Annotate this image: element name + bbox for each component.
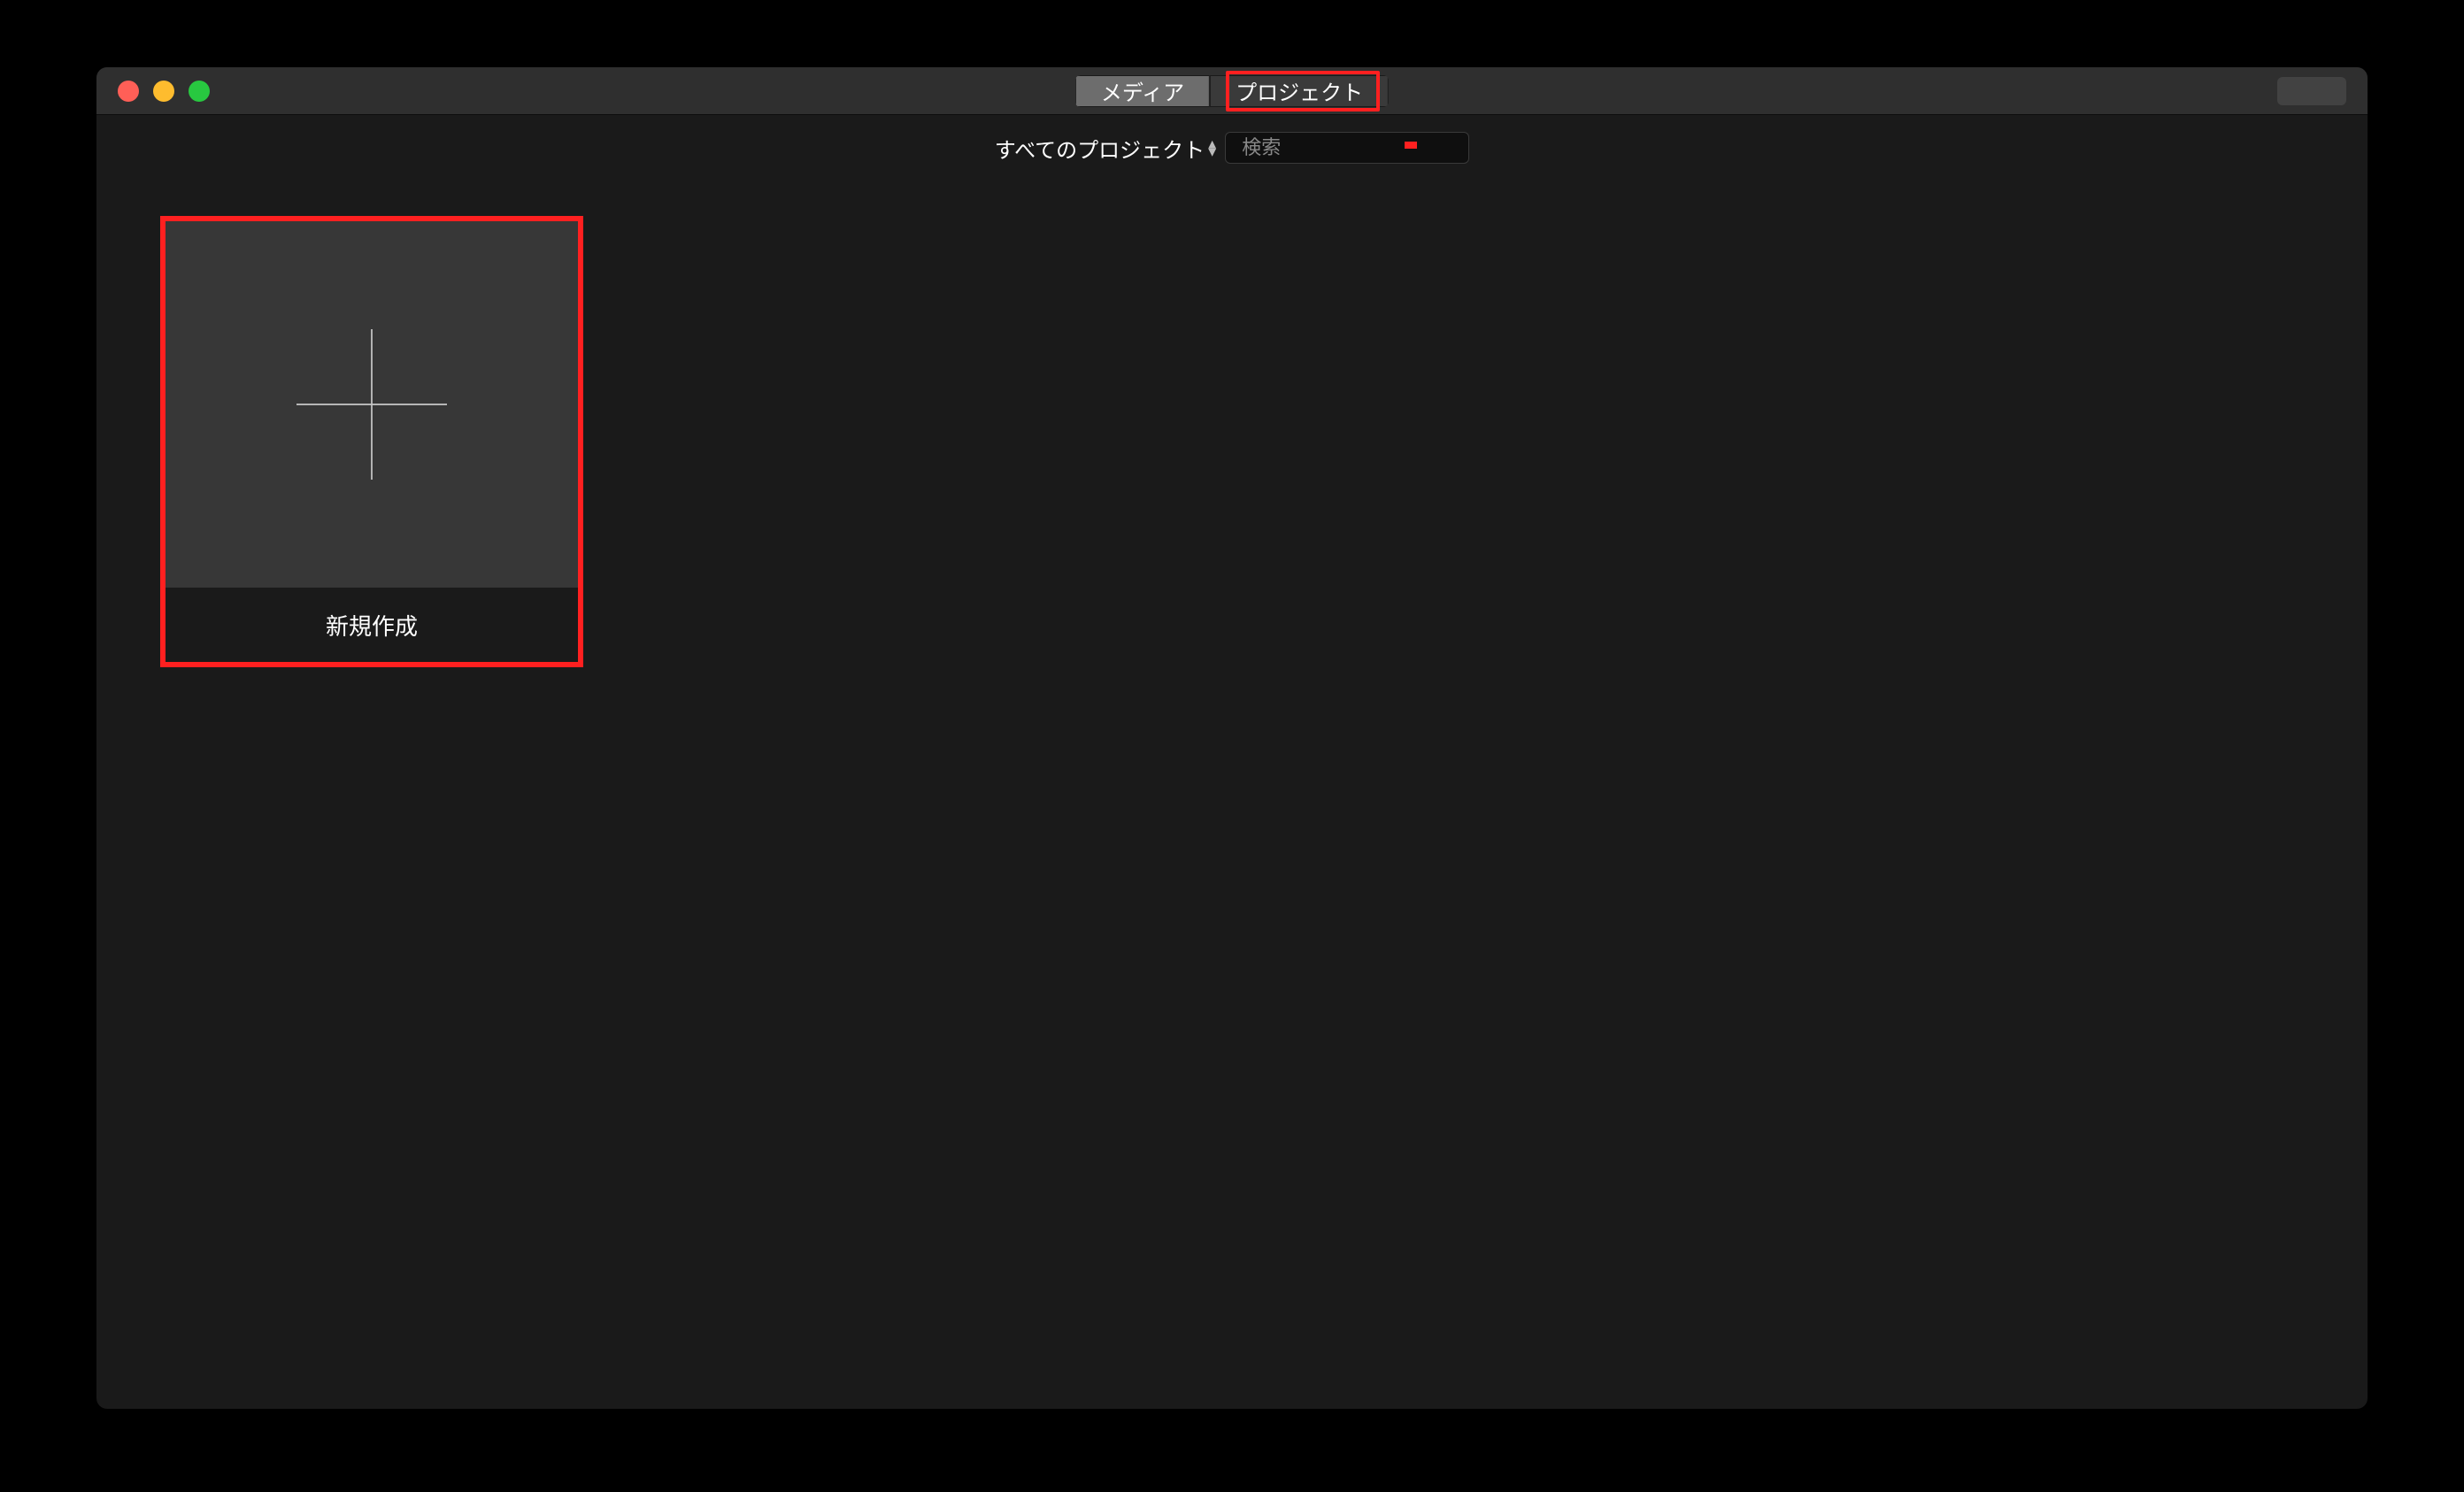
toolbar: すべてのプロジェクト ▴▾ <box>96 115 2368 181</box>
search-input[interactable] <box>1242 136 1497 159</box>
maximize-window-button[interactable] <box>189 81 210 102</box>
search-box[interactable] <box>1225 132 1469 164</box>
new-project-label: 新規作成 <box>166 588 578 662</box>
minimize-window-button[interactable] <box>153 81 174 102</box>
annotation-tab-highlight <box>1226 71 1380 112</box>
tab-media[interactable]: メディア <box>1075 75 1210 107</box>
traffic-lights <box>96 81 210 102</box>
annotation-red-indicator <box>1405 142 1417 149</box>
new-project-card[interactable]: 新規作成 <box>166 221 578 662</box>
app-window: メディア プロジェクト すべてのプロジェクト ▴▾ <box>96 67 2368 1409</box>
new-project-thumbnail <box>166 221 578 588</box>
content-grid: 新規作成 <box>96 181 2368 703</box>
plus-icon <box>296 329 447 480</box>
updown-chevron-icon: ▴▾ <box>1208 140 1216 156</box>
toolbar-right-button[interactable] <box>2277 77 2346 105</box>
titlebar: メディア プロジェクト <box>96 67 2368 115</box>
annotation-card-highlight: 新規作成 <box>160 216 583 667</box>
project-filter-label: すべてのプロジェクト <box>995 133 1205 164</box>
project-filter-dropdown[interactable]: すべてのプロジェクト ▴▾ <box>995 133 1216 164</box>
close-window-button[interactable] <box>118 81 139 102</box>
